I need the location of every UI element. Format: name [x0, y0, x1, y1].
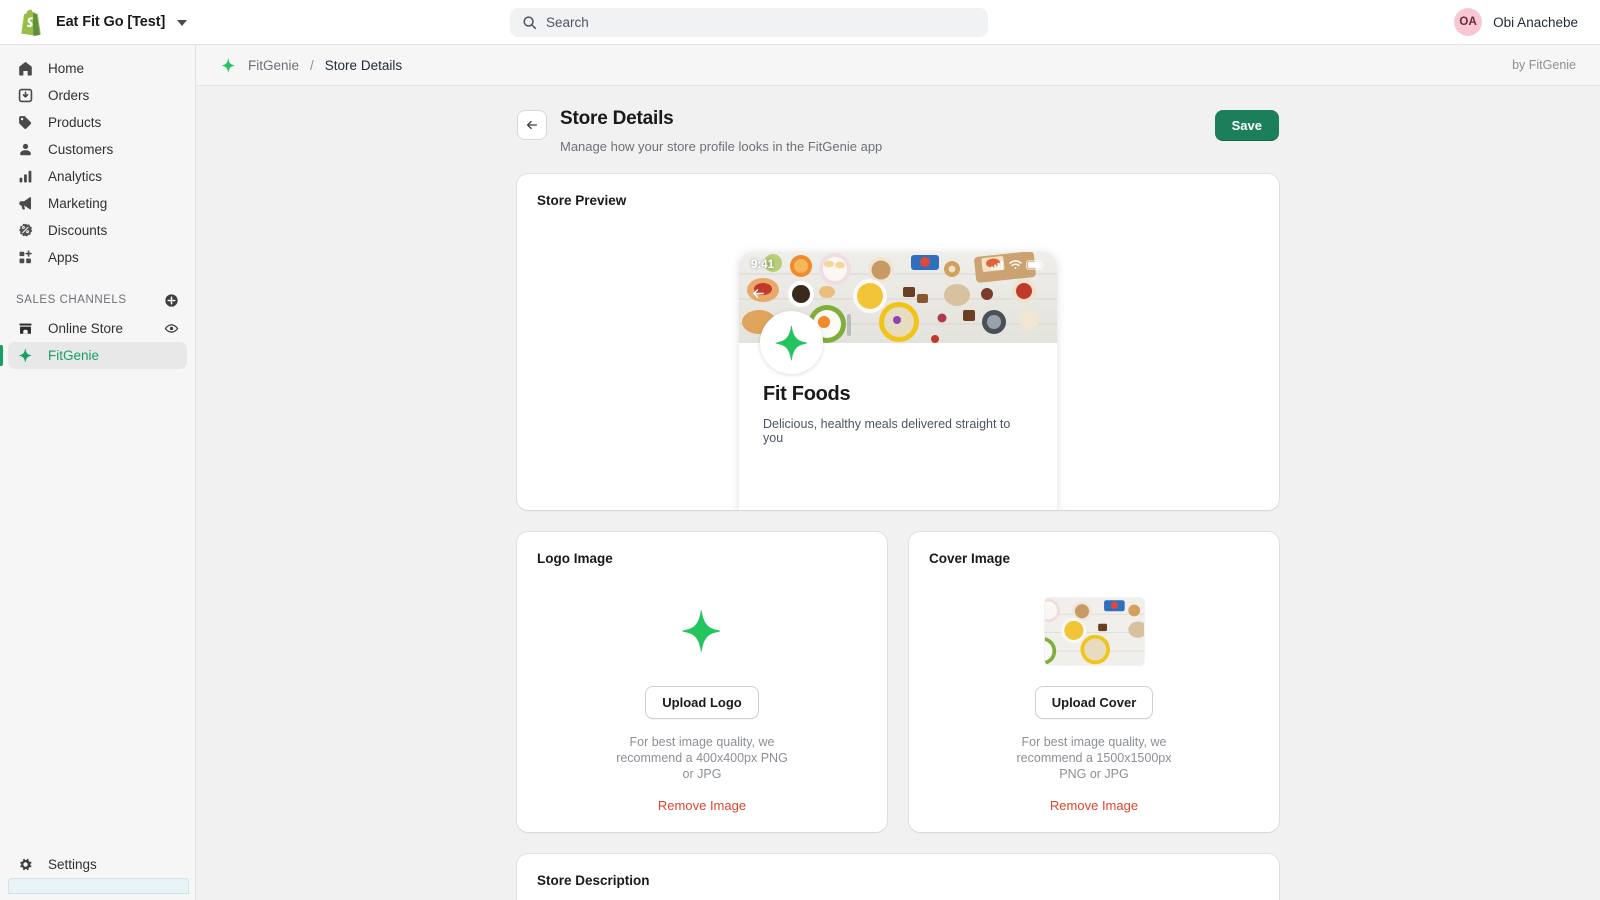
avatar: OA	[1454, 8, 1483, 36]
logo-upload-hint: For best image quality, we recommend a 4…	[616, 735, 788, 781]
apps-grid-plus-icon	[16, 248, 35, 267]
active-indicator	[0, 345, 3, 366]
remove-logo-link[interactable]: Remove Image	[658, 798, 746, 813]
plus-circle-icon[interactable]	[164, 293, 179, 308]
sidebar-item-orders[interactable]: Orders	[8, 82, 187, 109]
sidebar-item-label: Orders	[48, 87, 90, 103]
cover-upload-hint: For best image quality, we recommend a 1…	[1016, 735, 1172, 781]
sidebar-item-apps[interactable]: Apps	[8, 244, 187, 271]
logo-preview	[677, 588, 727, 674]
sidebar-item-fitgenie[interactable]: FitGenie	[0, 342, 187, 369]
remove-cover-link[interactable]: Remove Image	[1050, 798, 1138, 813]
sales-channels-title: SALES CHANNELS	[16, 294, 127, 306]
sidebar-item-label: Marketing	[48, 195, 108, 211]
sidebar-bottom-bar	[8, 878, 189, 894]
eye-icon[interactable]	[164, 321, 179, 336]
sidebar-item-label: Settings	[48, 856, 97, 872]
store-preview-card: Store Preview 9:41 Fit Foods Delicious, …	[517, 174, 1279, 510]
sidebar-item-marketing[interactable]: Marketing	[8, 190, 187, 217]
cover-thumbnail	[1044, 597, 1144, 665]
sidebar-item-label: Customers	[48, 141, 114, 157]
sidebar-item-discounts[interactable]: Discounts	[8, 217, 187, 244]
store-preview-title: Store Preview	[537, 193, 627, 208]
diamond-sparkle-icon	[677, 606, 727, 656]
sidebar-item-products[interactable]: Products	[8, 109, 187, 136]
battery-icon	[1026, 260, 1045, 270]
phone-store-logo	[760, 311, 823, 374]
person-icon	[16, 140, 35, 159]
cover-image-title: Cover Image	[929, 551, 1011, 566]
breadcrumb-separator: /	[310, 57, 314, 73]
search-placeholder: Search	[546, 15, 589, 30]
sidebar-item-label: Apps	[48, 249, 79, 265]
sidebar-item-label: Online Store	[48, 320, 124, 336]
shopify-admin-window: Eat Fit Go [Test] Search OA Obi Anachebe	[0, 0, 1600, 900]
sidebar-item-analytics[interactable]: Analytics	[8, 163, 187, 190]
diamond-sparkle-icon	[771, 322, 813, 364]
tag-icon	[16, 113, 35, 132]
sales-channels-header: SALES CHANNELS	[8, 289, 187, 311]
phone-back-icon[interactable]	[750, 285, 767, 302]
search-container: Search	[510, 8, 988, 37]
food-flatlay-thumbnail	[1044, 597, 1144, 665]
store-name: Eat Fit Go [Test]	[56, 14, 166, 30]
bar-chart-icon	[16, 167, 35, 186]
arrow-left-icon	[524, 117, 540, 133]
sidebar-item-label: Home	[48, 60, 85, 76]
user-menu[interactable]: OA Obi Anachebe	[1454, 8, 1586, 36]
main-content: FitGenie / Store Details by FitGenie Sto…	[196, 45, 1600, 900]
diamond-sparkle-icon	[220, 57, 237, 74]
orders-inbox-icon	[16, 86, 35, 105]
breadcrumb: FitGenie / Store Details by FitGenie	[196, 45, 1600, 86]
sidebar-item-label: Analytics	[48, 168, 103, 184]
discount-badge-icon	[16, 221, 35, 240]
app-byline: by FitGenie	[1512, 58, 1576, 72]
phone-store-name: Fit Foods	[763, 383, 851, 405]
store-description-card: Store Description	[517, 854, 1279, 900]
user-name: Obi Anachebe	[1493, 14, 1578, 30]
upload-logo-button[interactable]: Upload Logo	[645, 686, 759, 719]
gear-icon	[16, 855, 35, 874]
shopify-bag-icon	[20, 8, 46, 36]
page-title: Store Details	[560, 108, 674, 129]
store-description-title: Store Description	[537, 873, 650, 888]
cover-image-card: Cover Image Upload Cover For best image …	[909, 532, 1279, 832]
back-button[interactable]	[517, 110, 547, 140]
store-switcher[interactable]: Eat Fit Go [Test]	[14, 8, 188, 36]
diamond-sparkle-icon	[16, 346, 35, 365]
logo-image-card: Logo Image Upload Logo For best image qu…	[517, 532, 887, 832]
breadcrumb-current: Store Details	[324, 57, 403, 73]
phone-mockup: 9:41 Fit Foods Delicious, healthy meals …	[739, 252, 1057, 510]
logo-image-title: Logo Image	[537, 551, 613, 566]
megaphone-icon	[16, 194, 35, 213]
phone-status-bar: 9:41	[739, 257, 1057, 273]
page-subtitle: Manage how your store profile looks in t…	[560, 139, 883, 154]
sidebar-footer: Settings	[0, 851, 195, 900]
sidebar-item-label: FitGenie	[48, 347, 100, 363]
sidebar-item-settings[interactable]: Settings	[8, 851, 187, 878]
home-icon	[16, 59, 35, 78]
storefront-icon	[16, 319, 35, 338]
search-input[interactable]: Search	[510, 8, 988, 37]
page-scroll-area[interactable]: Store Details Manage how your store prof…	[196, 86, 1600, 900]
page-header: Store Details Manage how your store prof…	[517, 108, 1279, 174]
wifi-icon	[1009, 260, 1022, 270]
top-bar: Eat Fit Go [Test] Search OA Obi Anachebe	[0, 0, 1600, 45]
sidebar-item-home[interactable]: Home	[8, 55, 187, 82]
chevron-down-icon[interactable]	[177, 20, 188, 26]
sidebar-item-label: Products	[48, 114, 102, 130]
sidebar-item-online-store[interactable]: Online Store	[8, 315, 187, 342]
sidebar-item-label: Discounts	[48, 222, 108, 238]
breadcrumb-app-link[interactable]: FitGenie	[248, 58, 299, 73]
image-cards-row: Logo Image Upload Logo For best image qu…	[517, 532, 1279, 854]
sidebar-item-customers[interactable]: Customers	[8, 136, 187, 163]
phone-tagline: Delicious, healthy meals delivered strai…	[763, 417, 1011, 445]
save-button[interactable]: Save	[1214, 110, 1279, 141]
cellular-signal-icon	[991, 260, 1005, 270]
search-icon	[522, 15, 537, 30]
sidebar: Home Orders Products Customers Analytics…	[0, 45, 196, 900]
upload-cover-button[interactable]: Upload Cover	[1034, 686, 1154, 719]
status-time: 9:41	[751, 259, 775, 271]
cover-preview	[1044, 588, 1144, 674]
